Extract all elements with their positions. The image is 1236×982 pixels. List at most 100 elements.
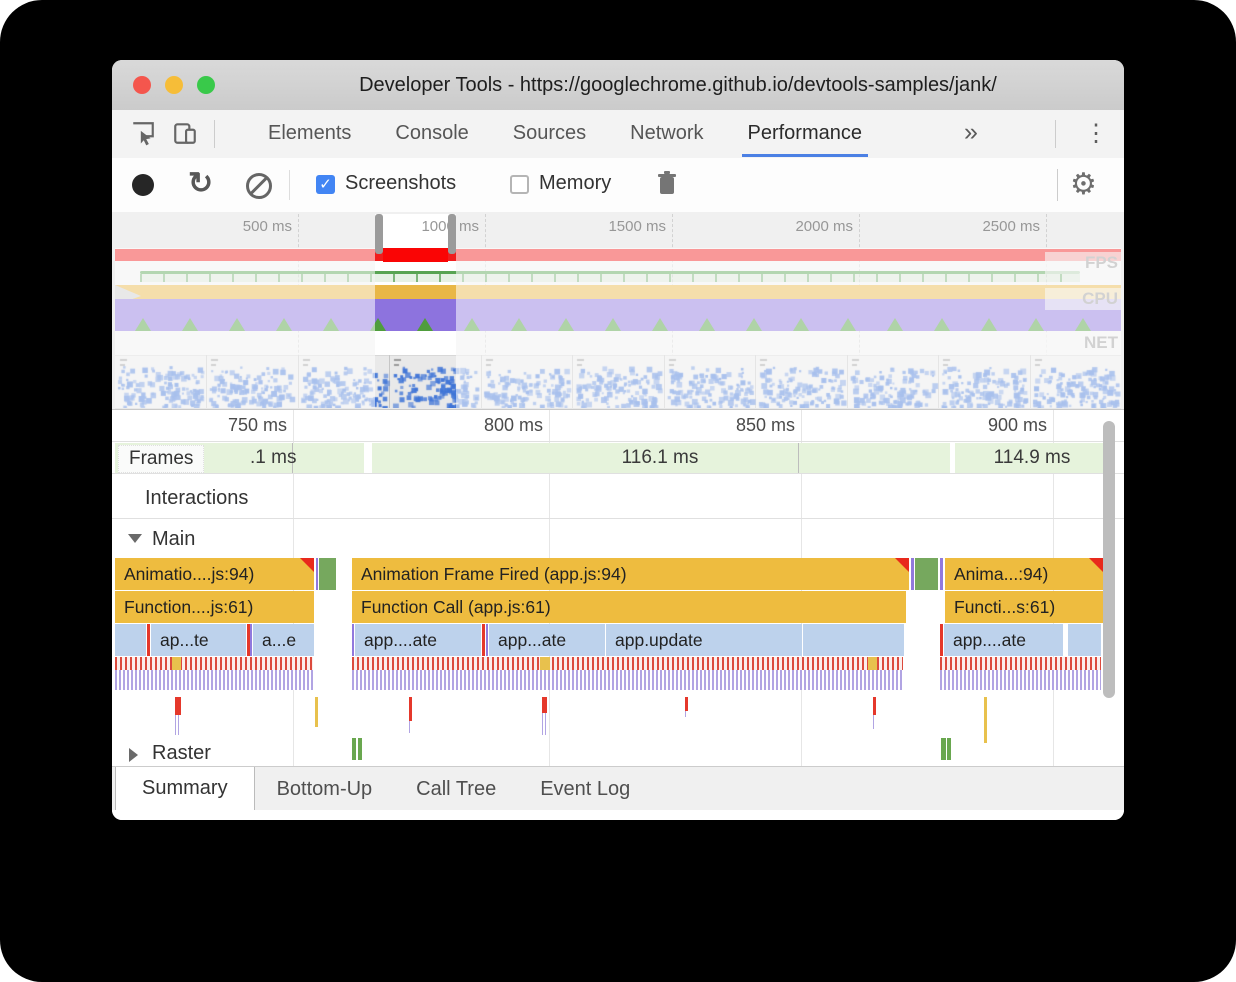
frame-duration-label: 116.1 ms (590, 447, 730, 469)
details-tabs: SummaryBottom-UpCall TreeEvent Log (115, 767, 652, 811)
cpu-paint-triangle (417, 318, 433, 331)
close-window-button[interactable] (133, 76, 151, 94)
window-bottom (112, 810, 1124, 820)
zoom-window-button[interactable] (197, 76, 215, 94)
clear-recording-button[interactable] (246, 173, 272, 199)
flame-bar[interactable] (1068, 624, 1101, 656)
expand-raster-icon[interactable] (129, 748, 138, 762)
memory-checkbox[interactable] (510, 175, 529, 194)
overview-ruler-label: 1500 ms (576, 218, 666, 235)
mark-red (685, 697, 688, 711)
mark-red (409, 697, 412, 721)
capture-settings-gear-icon[interactable]: ⚙ (1070, 167, 1097, 202)
devtools-window: Developer Tools - https://googlechrome.g… (112, 60, 1124, 820)
device-toolbar-icon[interactable] (172, 120, 198, 146)
mark-red (873, 697, 876, 715)
flame-bar[interactable]: Functi...s:61) (945, 591, 1103, 623)
collapse-main-icon[interactable] (128, 534, 142, 543)
flame-bar[interactable]: app....ate (355, 624, 481, 656)
tab-sources[interactable]: Sources (513, 122, 586, 145)
tab-performance[interactable]: Performance (748, 122, 863, 145)
long-task-warning-icon (300, 558, 314, 572)
flame-bar[interactable] (316, 558, 318, 590)
flame-bar[interactable]: app.update (606, 624, 802, 656)
window-title: Developer Tools - https://googlechrome.g… (252, 60, 1104, 110)
flame-bar[interactable] (940, 624, 943, 656)
frame-duration-label: 114.9 ms (962, 447, 1102, 469)
more-options-icon[interactable]: ⋮ (1084, 119, 1108, 148)
raster-bar (941, 738, 946, 760)
flame-bar[interactable] (803, 624, 904, 656)
long-task-warning-icon (1089, 558, 1103, 572)
flame-bar[interactable] (940, 558, 943, 590)
flame-bar[interactable] (115, 624, 146, 656)
tab-network[interactable]: Network (630, 122, 703, 145)
flame-bar[interactable] (319, 558, 336, 590)
timeline-details-pane[interactable]: 750 ms800 ms850 ms900 ms .1 ms116.1 ms11… (112, 410, 1124, 766)
flame-bar[interactable]: ap...te (151, 624, 246, 656)
frames-row-label[interactable]: Frames (118, 445, 204, 473)
mark-yellow (315, 697, 318, 727)
stripe-yellow-block (540, 657, 550, 670)
garbage-collect-icon[interactable] (658, 171, 676, 195)
screenshots-label[interactable]: Screenshots (345, 172, 456, 195)
raster-bar (947, 738, 951, 760)
raster-track-label[interactable]: Raster (152, 742, 211, 765)
details-tab-bar: SummaryBottom-UpCall TreeEvent Log (112, 766, 1124, 810)
record-button[interactable] (132, 174, 154, 196)
flame-bar[interactable]: app...ate (489, 624, 605, 656)
flame-bar[interactable] (147, 624, 150, 656)
overview-ruler-label: 2000 ms (763, 218, 853, 235)
tab-elements[interactable]: Elements (268, 122, 351, 145)
stripe-purple (115, 670, 313, 690)
selection-right-handle[interactable] (448, 214, 456, 254)
layout-stripe-span (940, 657, 1101, 690)
flame-bar[interactable]: Animatio....js:94) (115, 558, 314, 590)
tab-event-log[interactable]: Event Log (518, 767, 652, 811)
details-ruler-label: 850 ms (705, 415, 795, 436)
details-ruler-label: 900 ms (957, 415, 1047, 436)
flame-bar[interactable]: Animation Frame Fired (app.js:94) (352, 558, 909, 590)
fps-bar-selected (383, 248, 448, 262)
stripe-purple (352, 670, 903, 690)
flame-bar[interactable] (915, 558, 938, 590)
mark-yellow (984, 697, 987, 743)
flame-bar[interactable]: Function....js:61) (115, 591, 314, 623)
reload-and-record-button[interactable]: ↻ (188, 166, 213, 201)
layout-stripe-span (352, 657, 903, 690)
mark-red (175, 697, 181, 715)
layout-stripe-span (115, 657, 313, 690)
interactions-row-label[interactable]: Interactions (145, 487, 248, 510)
mark-purple (685, 711, 688, 717)
raster-bar (358, 738, 362, 760)
tab-summary[interactable]: Summary (115, 767, 255, 811)
flame-bar[interactable]: a...e (253, 624, 314, 656)
flame-bar[interactable]: app....ate (944, 624, 1063, 656)
toolbar-divider (1055, 120, 1056, 148)
screenshots-checkbox[interactable]: ✓ (316, 175, 335, 194)
mark-purple (409, 721, 412, 733)
stripe-purple (940, 670, 1101, 690)
inspect-element-icon[interactable] (130, 120, 156, 146)
vertical-scrollbar[interactable] (1103, 421, 1115, 698)
minimize-window-button[interactable] (165, 76, 183, 94)
overview-dim-left (115, 248, 375, 408)
tab-call-tree[interactable]: Call Tree (394, 767, 518, 811)
memory-label[interactable]: Memory (539, 172, 611, 195)
overview-dim-right (456, 248, 1121, 408)
flame-bar[interactable] (486, 624, 488, 656)
flame-bar[interactable] (352, 624, 354, 656)
flame-bar[interactable] (250, 624, 252, 656)
screenshot-backdrop: Developer Tools - https://googlechrome.g… (0, 0, 1236, 982)
main-track-label[interactable]: Main (152, 528, 195, 551)
details-ruler-label: 800 ms (453, 415, 543, 436)
flame-bar[interactable]: Anima...:94) (945, 558, 1103, 590)
timeline-overview[interactable]: 500 ms1000 ms1500 ms2000 ms2500 ms FPS C… (112, 212, 1124, 410)
selection-left-handle[interactable] (375, 214, 383, 254)
more-tabs-button[interactable]: » (964, 118, 978, 147)
tab-console[interactable]: Console (395, 122, 468, 145)
tab-bottom-up[interactable]: Bottom-Up (255, 767, 395, 811)
flame-bar[interactable]: Function Call (app.js:61) (352, 591, 906, 623)
flame-bar[interactable] (482, 624, 485, 656)
flame-bar[interactable] (911, 558, 914, 590)
